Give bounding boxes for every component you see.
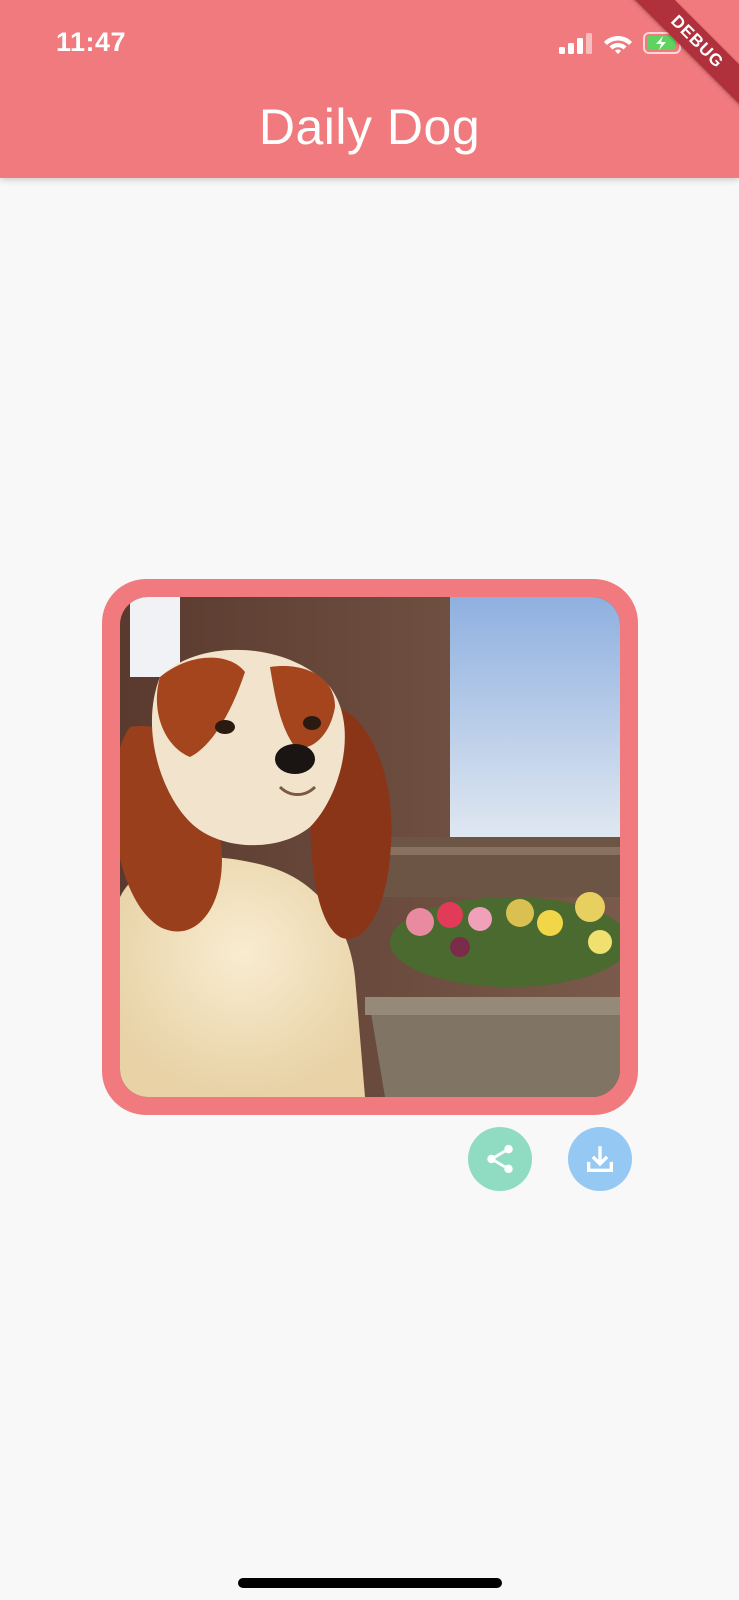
debug-banner: DEBUG: [619, 0, 739, 120]
debug-banner-label: DEBUG: [630, 0, 739, 109]
cellular-signal-icon: [559, 33, 592, 54]
dog-image-frame: [102, 579, 638, 1115]
download-button[interactable]: [568, 1127, 632, 1191]
share-button[interactable]: [468, 1127, 532, 1191]
screen: 11:47 Daily Dog DEBUG: [0, 0, 739, 1600]
status-time: 11:47: [56, 27, 127, 57]
dog-photo-illustration: [120, 597, 620, 1097]
download-icon: [586, 1146, 614, 1173]
home-indicator[interactable]: [238, 1578, 502, 1588]
dog-photo: [120, 597, 620, 1097]
share-icon: [487, 1144, 513, 1174]
